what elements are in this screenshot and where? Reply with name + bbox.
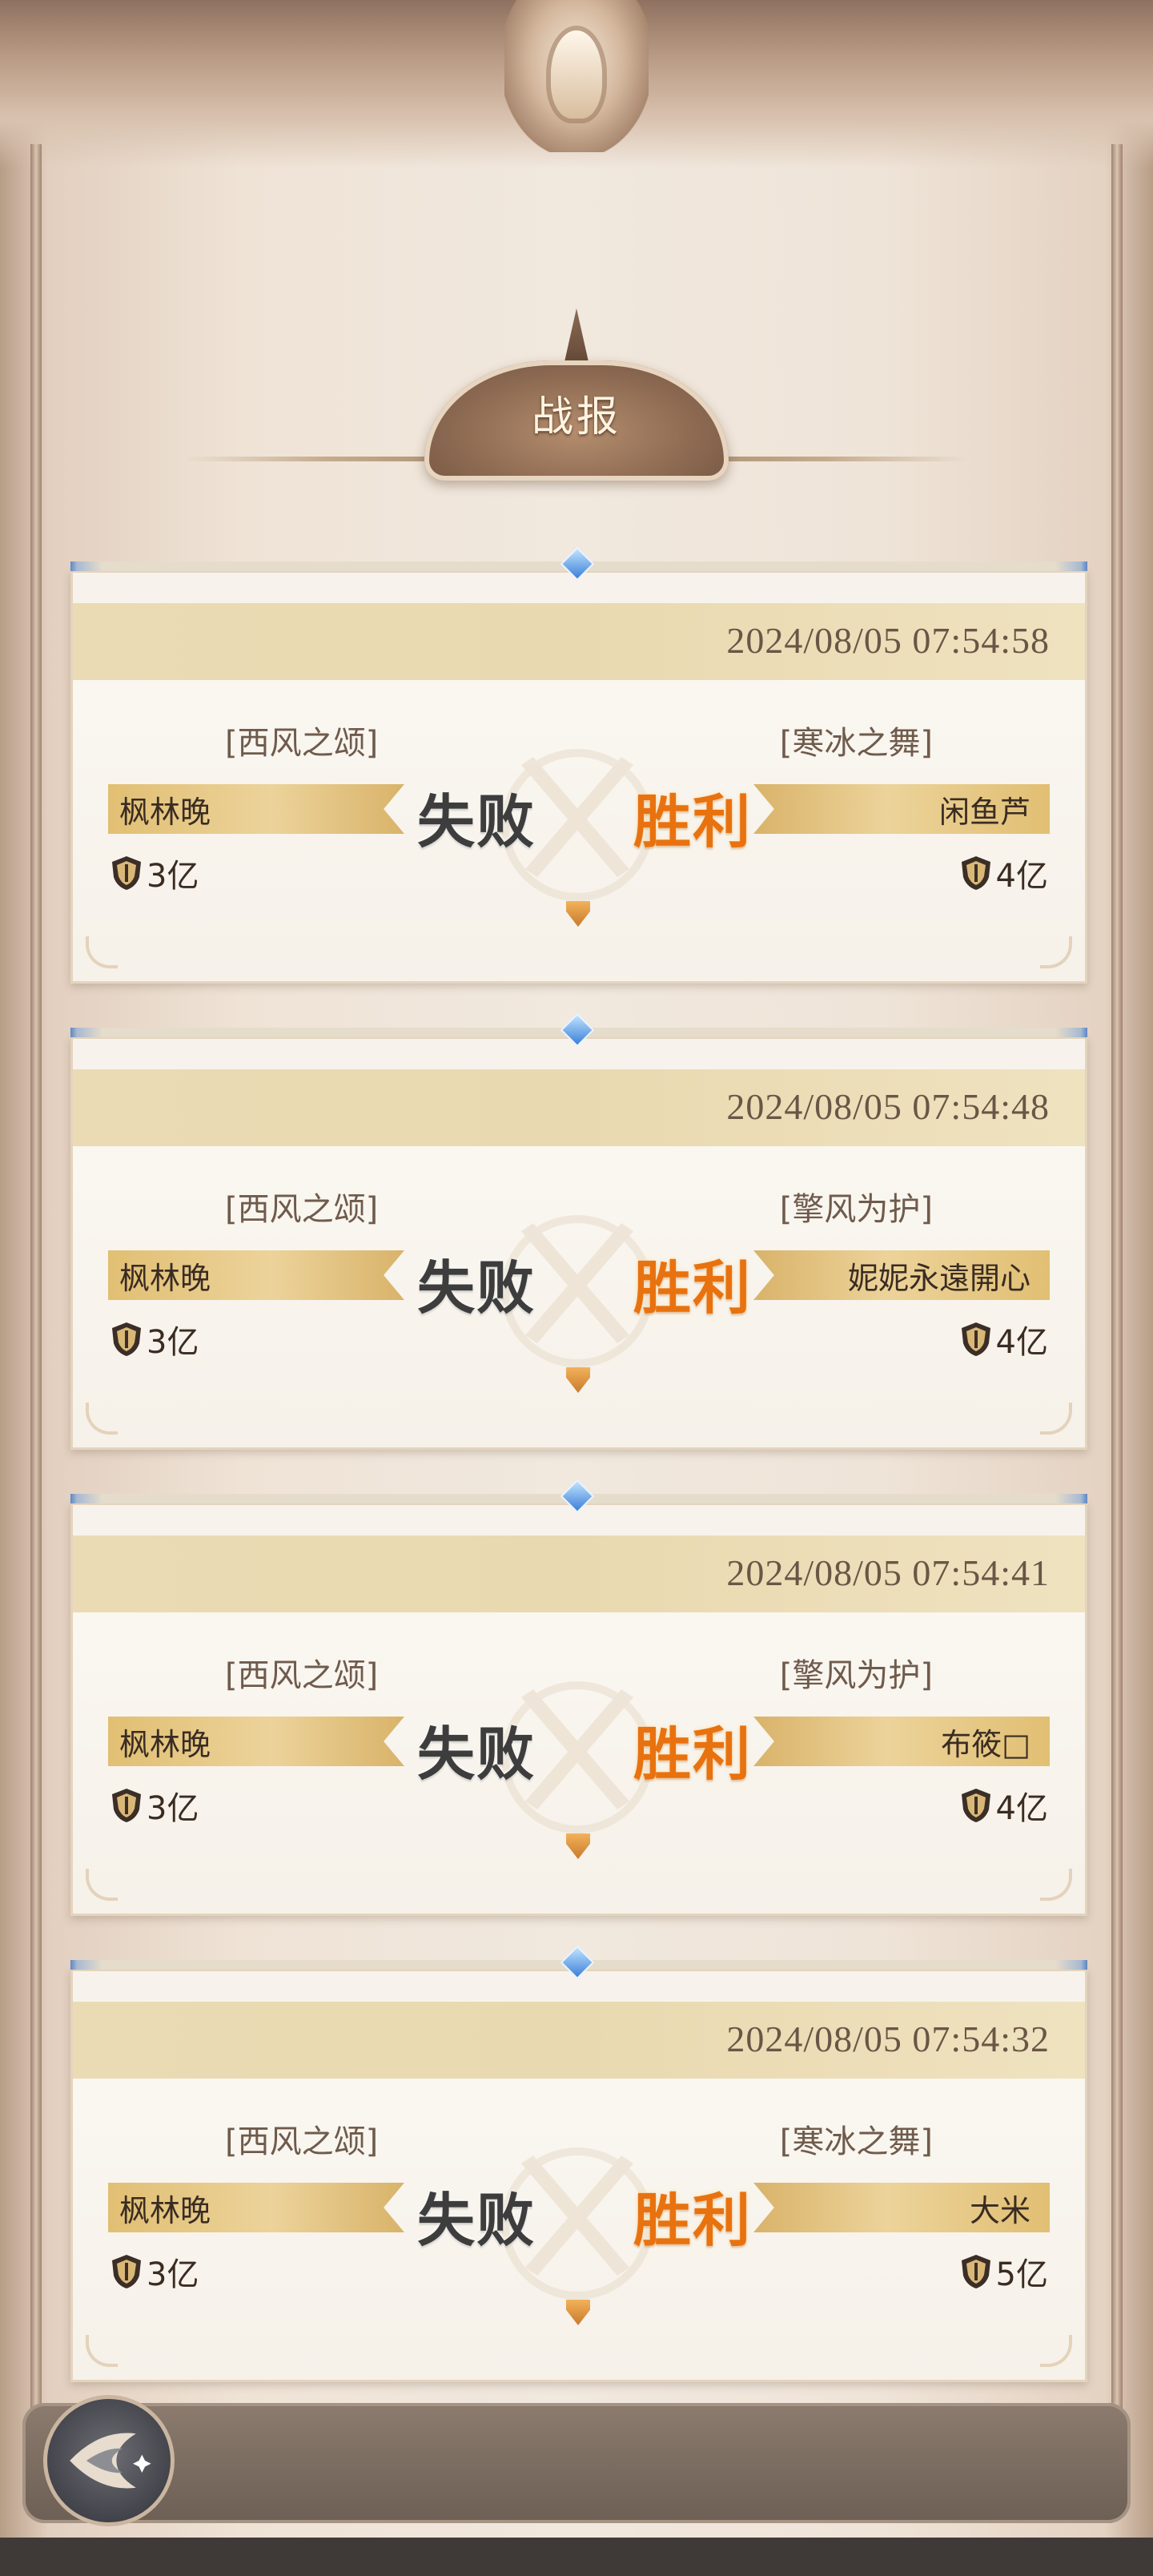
attacker-name[interactable]: 枫林晚: [108, 1250, 404, 1300]
defender-power-value: 4亿: [995, 858, 1048, 895]
defender-result: 胜利: [633, 791, 753, 855]
attacker-name[interactable]: 枫林晚: [108, 1717, 404, 1766]
power-shield-icon: [112, 1322, 141, 1356]
bottom-bar: [22, 2403, 1131, 2523]
defender-result: 胜利: [633, 1723, 753, 1787]
defender-name[interactable]: 妮妮永遠開心: [753, 1250, 1050, 1300]
attacker-result: 失败: [417, 791, 536, 855]
defender-power-value: 4亿: [995, 1324, 1048, 1361]
attacker-guild: [西风之颂]: [225, 725, 379, 762]
panel-right-border: [1111, 144, 1123, 2467]
power-shield-icon: [112, 2255, 141, 2288]
attacker-power-value: 3亿: [147, 858, 199, 895]
back-arrow-icon: [70, 2433, 151, 2489]
defender-power-value: 5亿: [995, 2256, 1048, 2293]
panel-left-border: [30, 144, 42, 2467]
defender-power-value: 4亿: [995, 1790, 1048, 1827]
attacker-power-value: 3亿: [147, 1324, 199, 1361]
power-shield-icon: [961, 2255, 990, 2288]
bottom-strip: [0, 2538, 1153, 2576]
attacker-result: 失败: [417, 1257, 536, 1321]
attacker-power-value: 3亿: [147, 1790, 199, 1827]
attacker-guild: [西风之颂]: [225, 1657, 379, 1694]
defender-name[interactable]: 布筱□: [753, 1717, 1050, 1766]
attacker-power: 3亿: [110, 1782, 199, 1829]
fleur-emblem-icon: [551, 30, 602, 119]
defender-result: 胜利: [633, 2189, 753, 2253]
report-time: 2024/08/05 07:54:48: [726, 1086, 1050, 1127]
attacker-guild: [西风之颂]: [225, 1191, 379, 1228]
power-shield-icon: [961, 1322, 990, 1356]
attacker-name[interactable]: 枫林晚: [108, 2183, 404, 2232]
attacker-power: 3亿: [110, 1316, 199, 1362]
title-wing-right: [729, 457, 969, 461]
power-shield-icon: [961, 856, 990, 890]
title-wing-left: [184, 457, 424, 461]
attacker-guild: [西风之颂]: [225, 2123, 379, 2160]
report-time: 2024/08/05 07:54:58: [726, 620, 1050, 661]
defender-power: 4亿: [959, 1316, 1048, 1362]
defender-result: 胜利: [633, 1257, 753, 1321]
defender-guild: [擎风为护]: [779, 1191, 933, 1228]
power-shield-icon: [961, 1789, 990, 1822]
attacker-result: 失败: [417, 2189, 536, 2253]
power-shield-icon: [112, 1789, 141, 1822]
defender-guild: [擎风为护]: [779, 1657, 933, 1694]
page-title: 战报: [531, 395, 621, 441]
battle-report-card[interactable]: 2024/08/05 07:54:58 [西风之颂] [寒冰之舞] 枫林晚 闲鱼…: [70, 546, 1087, 984]
battle-report-card[interactable]: 2024/08/05 07:54:48 [西风之颂] [擎风为护] 枫林晚 妮妮…: [70, 1012, 1087, 1450]
defender-power: 4亿: [959, 850, 1048, 896]
report-time: 2024/08/05 07:54:32: [726, 2019, 1050, 2059]
report-time: 2024/08/05 07:54:41: [726, 1552, 1050, 1593]
attacker-result: 失败: [417, 1723, 536, 1787]
back-button[interactable]: [43, 2395, 175, 2526]
defender-guild: [寒冰之舞]: [779, 2123, 933, 2160]
attacker-power: 3亿: [110, 850, 199, 896]
defender-guild: [寒冰之舞]: [779, 725, 933, 762]
battle-report-card[interactable]: 2024/08/05 07:54:41 [西风之颂] [擎风为护] 枫林晚 布筱…: [70, 1479, 1087, 1916]
attacker-power: 3亿: [110, 2248, 199, 2295]
attacker-name[interactable]: 枫林晚: [108, 784, 404, 834]
defender-name[interactable]: 闲鱼芦: [753, 784, 1050, 834]
defender-power: 4亿: [959, 1782, 1048, 1829]
defender-power: 5亿: [959, 2248, 1048, 2295]
attacker-power-value: 3亿: [147, 2256, 199, 2293]
power-shield-icon: [112, 856, 141, 890]
defender-name[interactable]: 大米: [753, 2183, 1050, 2232]
battle-report-card[interactable]: 2024/08/05 07:54:32 [西风之颂] [寒冰之舞] 枫林晚 大米…: [70, 1945, 1087, 2382]
